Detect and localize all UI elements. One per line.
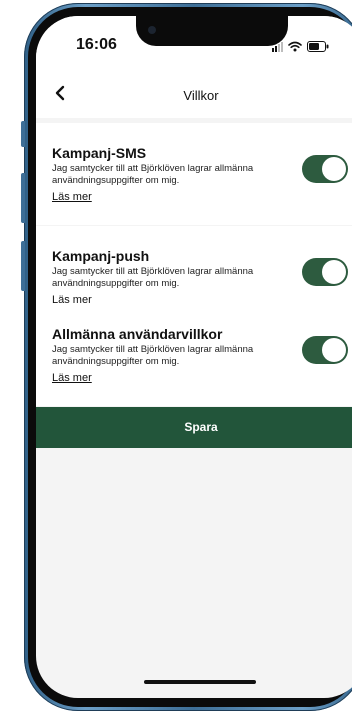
section-description: Jag samtycker till att Björklöven lagrar… (52, 344, 254, 367)
status-time: 16:06 (76, 36, 117, 53)
read-more-link[interactable]: Läs mer (52, 191, 92, 203)
section-title: Kampanj-SMS (52, 145, 147, 161)
section-title: Kampanj-push (52, 248, 150, 264)
section-description: Jag samtycker till att Björklöven lagrar… (52, 163, 254, 186)
page-title: Villkor (183, 88, 219, 103)
volume-down-button (21, 241, 25, 291)
battery-icon (307, 41, 329, 52)
push-consent-toggle[interactable] (302, 258, 348, 286)
toggle-knob (322, 157, 346, 181)
volume-up-button (21, 173, 25, 223)
toggle-knob (322, 260, 346, 284)
camera-icon (148, 26, 156, 34)
action-button (21, 121, 25, 147)
app-screen: 16:06 Villkor Kampanj-SMS Jag samtycker … (36, 16, 352, 698)
sms-consent-toggle[interactable] (302, 155, 348, 183)
nav-bar: Villkor (36, 66, 352, 118)
read-more-link[interactable]: Läs mer (52, 372, 92, 384)
notch (136, 16, 288, 46)
home-indicator (144, 680, 256, 684)
section-description: Jag samtycker till att Björklöven lagrar… (52, 266, 254, 289)
consent-section-sms: Kampanj-SMS Jag samtycker till att Björk… (36, 123, 352, 225)
wifi-icon (288, 41, 302, 52)
consent-section-terms: Allmänna användarvillkor Jag samtycker t… (36, 304, 352, 406)
toggle-knob (322, 338, 346, 362)
terms-consent-toggle[interactable] (302, 336, 348, 364)
save-button[interactable]: Spara (36, 407, 352, 448)
section-title: Allmänna användarvillkor (52, 326, 223, 342)
